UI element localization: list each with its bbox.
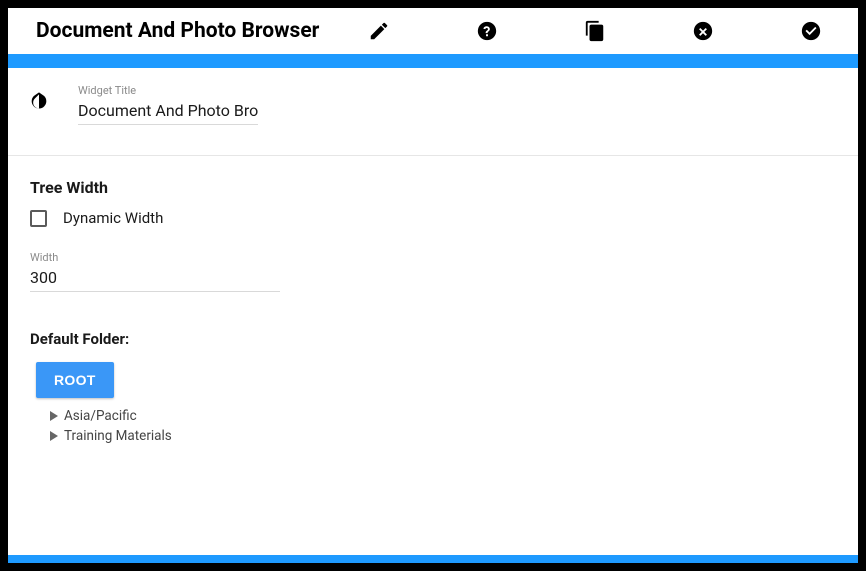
tree-item[interactable]: Training Materials: [50, 426, 836, 446]
toolbar-actions: [368, 20, 830, 42]
cancel-icon[interactable]: [692, 20, 714, 42]
widget-title-field: Widget Title: [78, 84, 258, 125]
accent-bar-top: [8, 54, 858, 68]
edit-icon[interactable]: [368, 20, 390, 42]
default-folder-label: Default Folder:: [30, 330, 836, 348]
invert-colors-icon[interactable]: [30, 92, 52, 125]
widget-title-input[interactable]: [78, 99, 258, 125]
folder-tree: Asia/Pacific Training Materials: [50, 406, 836, 446]
tree-width-heading: Tree Width: [30, 178, 836, 197]
tree-item-label: Training Materials: [64, 428, 172, 444]
tree-item-label: Asia/Pacific: [64, 408, 137, 424]
width-input[interactable]: [30, 266, 280, 292]
dynamic-width-checkbox[interactable]: [30, 210, 47, 227]
root-button[interactable]: ROOT: [36, 362, 114, 398]
default-folder-section: Default Folder: ROOT Asia/Pacific Traini…: [8, 302, 858, 466]
expand-icon: [50, 411, 58, 421]
confirm-icon[interactable]: [800, 20, 822, 42]
help-icon[interactable]: [476, 20, 498, 42]
accent-bar-bottom: [8, 555, 858, 563]
app-frame: Document And Photo Browser: [8, 8, 858, 563]
dynamic-width-label: Dynamic Width: [63, 209, 163, 227]
width-label: Width: [30, 251, 280, 264]
dynamic-width-row: Dynamic Width: [30, 209, 836, 227]
widget-title-label: Widget Title: [78, 84, 258, 97]
copy-icon[interactable]: [584, 20, 606, 42]
tree-width-section: Tree Width Dynamic Width Width: [8, 156, 858, 302]
content: Widget Title Tree Width Dynamic Width Wi…: [8, 68, 858, 555]
tree-item[interactable]: Asia/Pacific: [50, 406, 836, 426]
widget-title-section: Widget Title: [8, 68, 858, 156]
width-field: Width: [30, 251, 280, 292]
expand-icon: [50, 431, 58, 441]
page-title: Document And Photo Browser: [36, 19, 319, 43]
toolbar: Document And Photo Browser: [8, 8, 858, 54]
